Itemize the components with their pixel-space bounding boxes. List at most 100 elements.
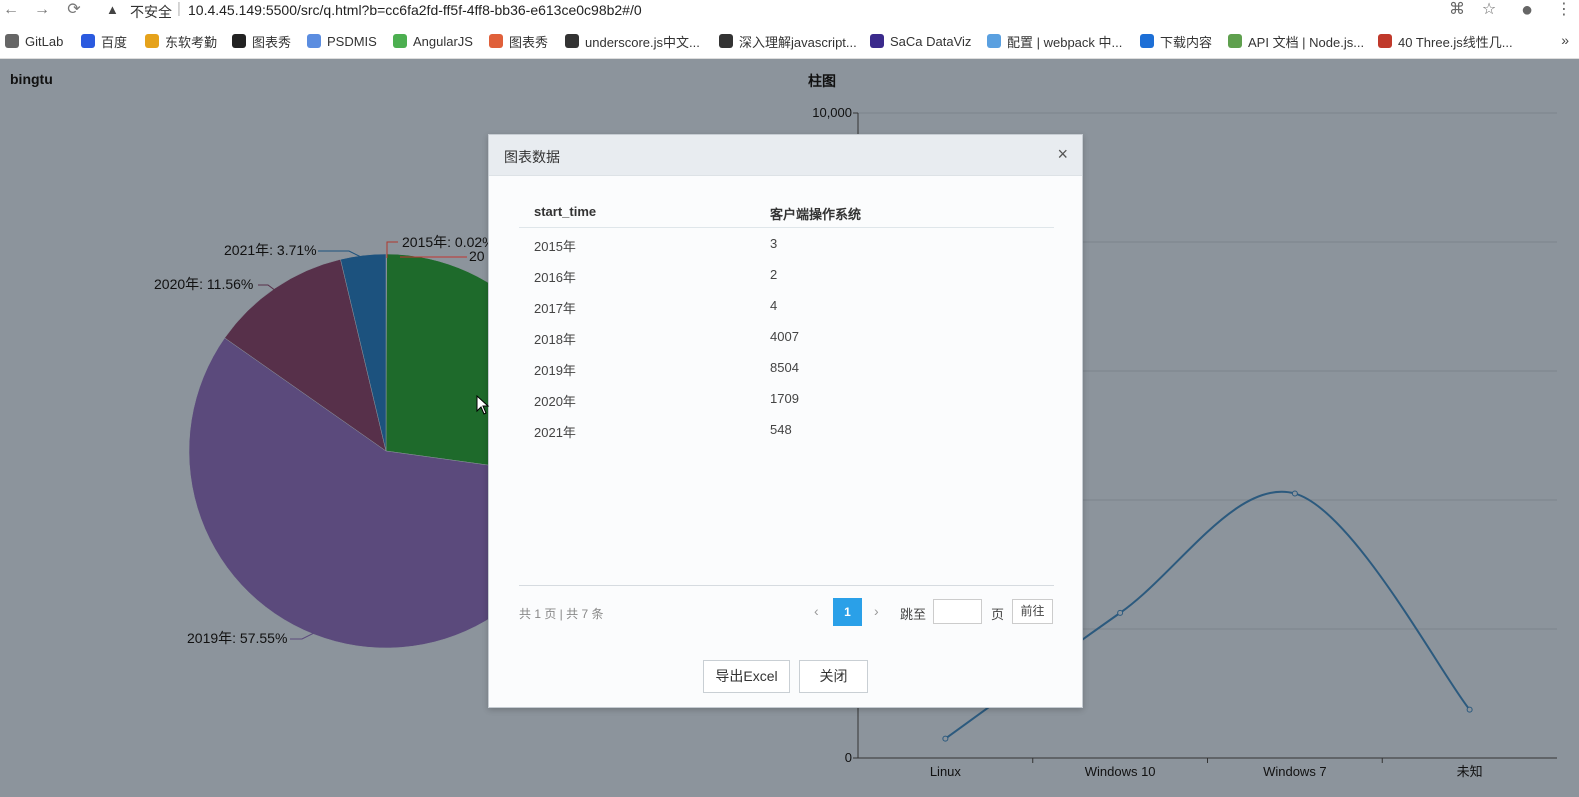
star-icon[interactable]: ☆ xyxy=(1478,0,1500,20)
bookmark-label: 百度 xyxy=(101,34,128,50)
bookmarks-more-icon[interactable]: » xyxy=(1561,32,1569,48)
mouse-cursor-icon xyxy=(476,395,490,415)
cell-start-time: 2017年 xyxy=(534,301,576,316)
cell-start-time: 2019年 xyxy=(534,363,576,378)
browser-toolbar: ← → ⟳ ▲ 不安全 | 10.4.45.149:5500/src/q.htm… xyxy=(0,0,1579,24)
dialog-header: 图表数据 × xyxy=(489,135,1082,176)
cell-client-os: 1709 xyxy=(770,391,799,406)
bookmark-item[interactable]: 百度 xyxy=(81,32,127,50)
prev-page-icon[interactable]: ‹ xyxy=(814,603,819,619)
bookmark-item[interactable]: 配置 | webpack 中... xyxy=(987,32,1122,50)
goto-label: 跳至 xyxy=(900,607,927,622)
table-row[interactable]: 2020年 1709 xyxy=(519,383,1054,414)
pie-label-line xyxy=(290,632,315,640)
bookmark-favicon-icon xyxy=(565,34,579,48)
bookmark-label: API 文档 | Node.js... xyxy=(1248,34,1365,50)
chart-data-dialog: 图表数据 × start_time 客户端操作系统 2015年 3 2016年 2 20… xyxy=(488,134,1083,708)
bookmark-item[interactable]: 图表秀 xyxy=(232,32,291,50)
address-separator: | xyxy=(177,0,181,17)
cell-client-os: 3 xyxy=(770,236,778,251)
bookmark-favicon-icon xyxy=(1140,34,1154,48)
back-icon[interactable]: ← xyxy=(0,0,22,20)
bookmark-label: AngularJS xyxy=(413,33,473,49)
bookmark-label: 图表秀 xyxy=(509,34,549,50)
close-icon[interactable]: × xyxy=(1057,144,1068,165)
bookmark-item[interactable]: SaCa DataViz xyxy=(870,32,971,50)
bookmark-item[interactable]: API 文档 | Node.js... xyxy=(1228,32,1364,50)
bookmark-label: PSDMIS xyxy=(327,33,377,49)
cell-client-os: 548 xyxy=(770,422,792,437)
bookmark-item[interactable]: PSDMIS xyxy=(307,32,377,50)
table-row[interactable]: 2021年 548 xyxy=(519,414,1054,445)
x-tick-label: Windows 7 xyxy=(1263,764,1327,779)
bookmark-favicon-icon xyxy=(870,34,884,48)
bookmark-favicon-icon xyxy=(145,34,159,48)
profile-icon[interactable]: ● xyxy=(1516,0,1538,20)
x-tick-label: Windows 10 xyxy=(1085,764,1156,779)
reload-icon[interactable]: ⟳ xyxy=(63,0,85,20)
line-point xyxy=(1117,609,1124,616)
bookmark-item[interactable]: GitLab xyxy=(5,32,63,50)
bookmark-favicon-icon xyxy=(987,34,1001,48)
pie-slice-label: 2020年: 11.56% xyxy=(154,276,253,292)
page-1-button[interactable]: 1 xyxy=(833,598,862,626)
column-header-client-os[interactable]: 客户端操作系统 xyxy=(770,204,861,223)
bookmark-label: 图表秀 xyxy=(252,34,292,50)
cell-client-os: 4 xyxy=(770,298,778,313)
cell-client-os: 2 xyxy=(770,267,778,282)
close-button[interactable]: 关闭 xyxy=(799,660,868,693)
bookmark-label: 东软考勤 xyxy=(165,34,218,50)
table-header: start_time 客户端操作系统 xyxy=(519,195,1054,228)
cell-start-time: 2015年 xyxy=(534,239,576,254)
bookmark-favicon-icon xyxy=(81,34,95,48)
cell-client-os: 4007 xyxy=(770,329,799,344)
table-row[interactable]: 2019年 8504 xyxy=(519,352,1054,383)
bookmark-item[interactable]: 下载内容 xyxy=(1140,32,1212,50)
bookmark-item[interactable]: 东软考勤 xyxy=(145,32,217,50)
menu-icon[interactable]: ⋮ xyxy=(1553,0,1575,20)
bookmark-favicon-icon xyxy=(393,34,407,48)
data-table: start_time 客户端操作系统 2015年 3 2016年 2 2017年 4 201… xyxy=(519,195,1054,445)
bookmark-item[interactable]: AngularJS xyxy=(393,32,473,50)
pie-label-line xyxy=(318,250,362,258)
bookmark-label: 下载内容 xyxy=(1160,34,1213,50)
pie-slice-label: 2021年: 3.71% xyxy=(224,242,317,258)
bookmark-favicon-icon xyxy=(489,34,503,48)
forward-icon[interactable]: → xyxy=(31,0,53,20)
goto-page-input[interactable] xyxy=(933,599,982,624)
table-row[interactable]: 2015年 3 xyxy=(519,228,1054,259)
cell-start-time: 2018年 xyxy=(534,332,576,347)
y-tick-label: 0 xyxy=(845,750,852,765)
column-header-start-time[interactable]: start_time xyxy=(534,204,596,219)
address-bar-url[interactable]: 10.4.45.149:5500/src/q.html?b=cc6fa2fd-f… xyxy=(188,2,642,18)
x-tick-label: Linux xyxy=(930,764,962,779)
page-unit-label: 页 xyxy=(991,607,1005,622)
warning-icon[interactable]: ▲ xyxy=(106,2,119,17)
bookmark-favicon-icon xyxy=(1228,34,1242,48)
table-row[interactable]: 2018年 4007 xyxy=(519,321,1054,352)
bookmark-item[interactable]: underscore.js中文... xyxy=(565,32,700,50)
table-row[interactable]: 2017年 4 xyxy=(519,290,1054,321)
bookmark-label: SaCa DataViz xyxy=(890,33,972,49)
export-excel-button[interactable]: 导出Excel xyxy=(703,660,790,693)
table-row[interactable]: 2016年 2 xyxy=(519,259,1054,290)
cell-start-time: 2016年 xyxy=(534,270,576,285)
cell-start-time: 2021年 xyxy=(534,425,576,440)
bookmark-label: 配置 | webpack 中... xyxy=(1007,34,1123,50)
bookmark-item[interactable]: 40 Three.js线性几... xyxy=(1378,32,1513,50)
bookmark-favicon-icon xyxy=(232,34,246,48)
translate-icon[interactable]: ⌘ xyxy=(1446,0,1468,20)
cell-start-time: 2020年 xyxy=(534,394,576,409)
pagination-info: 共 1 页 | 共 7 条 xyxy=(519,607,604,621)
bookmark-favicon-icon xyxy=(5,34,19,48)
bookmark-item[interactable]: 图表秀 xyxy=(489,32,548,50)
next-page-icon[interactable]: › xyxy=(874,603,879,619)
bookmark-item[interactable]: 深入理解javascript... xyxy=(719,32,857,50)
line-point xyxy=(1291,490,1298,497)
goto-button[interactable]: 前往 xyxy=(1012,599,1053,624)
insecure-label[interactable]: 不安全 xyxy=(130,2,172,22)
x-tick-label: 未知 xyxy=(1457,764,1483,779)
bookmark-label: GitLab xyxy=(25,33,64,49)
cell-client-os: 8504 xyxy=(770,360,799,375)
y-tick-label: 10,000 xyxy=(812,105,852,120)
